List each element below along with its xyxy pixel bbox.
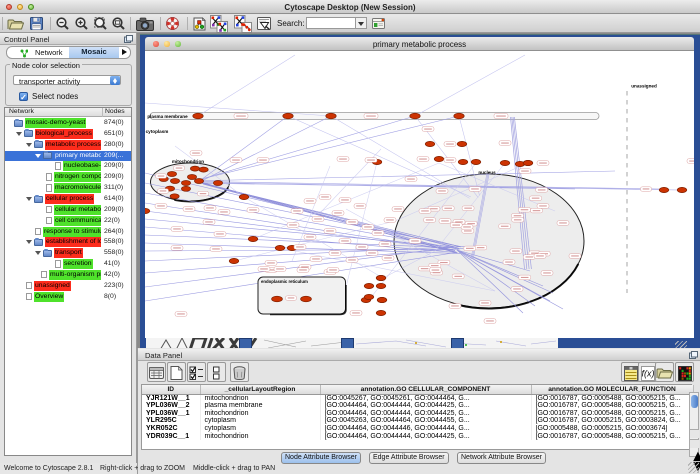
svg-text:cytoplasm: cytoplasm xyxy=(146,129,169,134)
svg-text:f(x): f(x) xyxy=(641,369,654,379)
svg-text:nucleus: nucleus xyxy=(478,170,496,175)
svg-text:unassigned: unassigned xyxy=(631,84,657,89)
svg-text:endoplasmic reticulum: endoplasmic reticulum xyxy=(261,279,308,284)
svg-text:mitochondrion: mitochondrion xyxy=(172,159,204,164)
svg-text:plasma membrane: plasma membrane xyxy=(147,114,188,119)
